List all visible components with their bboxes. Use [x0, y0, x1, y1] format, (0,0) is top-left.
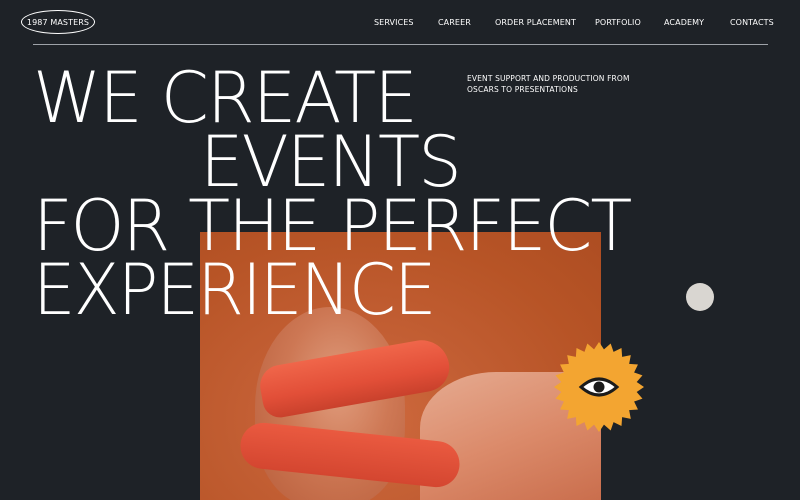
nav-item-order-placement[interactable]: ORDER PLACEMENT — [495, 17, 576, 29]
headline-line-1: WE CREATE — [33, 57, 418, 139]
tagline-line-1: EVENT SUPPORT AND PRODUCTION FROM — [467, 74, 630, 83]
site-header: 1987 MASTERS SERVICES CAREER ORDER PLACE… — [0, 0, 800, 46]
hero-photo — [200, 232, 601, 500]
eye-badge[interactable] — [553, 341, 645, 433]
nav-item-services[interactable]: SERVICES — [374, 17, 414, 29]
nav-item-contacts[interactable]: CONTACTS — [730, 17, 774, 29]
hero-tagline: EVENT SUPPORT AND PRODUCTION FROM OSCARS… — [467, 73, 667, 95]
nav-item-career[interactable]: CAREER — [438, 17, 471, 29]
eye-icon — [554, 342, 644, 432]
tagline-line-2: OSCARS TO PRESENTATIONS — [467, 85, 578, 94]
main-nav: SERVICES CAREER ORDER PLACEMENT PORTFOLI… — [0, 17, 800, 29]
headline-line-2: EVENTS — [200, 121, 462, 203]
nav-item-academy[interactable]: ACADEMY — [664, 17, 704, 29]
header-divider — [33, 44, 768, 45]
decorative-dot — [686, 283, 714, 311]
nav-item-portfolio[interactable]: PORTFOLIO — [595, 17, 641, 29]
